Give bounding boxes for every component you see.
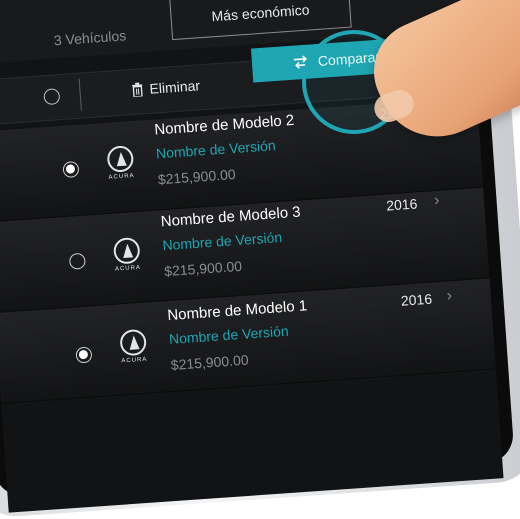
vehicle-year: 2016 xyxy=(386,195,418,213)
brand-label: ACURA xyxy=(108,173,134,181)
vehicle-count: 3 Vehículos xyxy=(53,27,126,48)
sort-dropdown[interactable]: Más económico xyxy=(169,0,351,40)
acura-logo-icon xyxy=(106,145,134,173)
acura-logo: ACURA xyxy=(101,145,140,187)
acura-logo-icon xyxy=(119,329,147,357)
vehicle-year: 2016 xyxy=(400,291,432,309)
acura-logo: ACURA xyxy=(108,237,147,279)
acura-logo: ACURA xyxy=(114,328,153,370)
acura-logo-icon xyxy=(113,237,141,265)
trash-icon xyxy=(131,82,144,97)
brand-label: ACURA xyxy=(115,265,141,273)
chevron-right-icon[interactable]: › xyxy=(433,192,440,210)
brand-label: ACURA xyxy=(121,357,147,365)
